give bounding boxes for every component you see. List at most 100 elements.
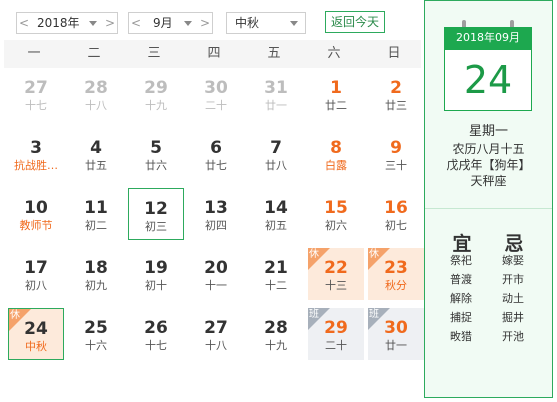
day-card: 2018年09月 24 [444, 20, 532, 111]
date-cell[interactable]: 18 初九 [68, 248, 124, 300]
lunar-date-label: 廿三 [385, 99, 407, 112]
date-number: 31 [264, 78, 288, 98]
day-detail-panel: 2018年09月 24 星期一 农历八月十五 戊戌年【狗年】 天秤座 宜 忌 祭… [424, 0, 553, 398]
date-number: 10 [24, 198, 48, 218]
date-cell[interactable]: 11 初二 [68, 188, 124, 240]
date-cell[interactable]: 27 十八 [188, 308, 244, 360]
ji-item: 开市 [502, 273, 524, 286]
date-cell[interactable]: 班 29 二十 [308, 308, 364, 360]
date-number: 7 [270, 138, 282, 158]
year-prev-button[interactable]: < [17, 13, 31, 33]
date-cell[interactable]: 13 初四 [188, 188, 244, 240]
ji-item: 掘井 [502, 311, 524, 324]
lunar-date-label: 十一 [205, 279, 227, 292]
date-cell[interactable]: 10 教师节 [8, 188, 64, 240]
date-number: 16 [384, 198, 408, 218]
day-card-month: 2018年09月 [444, 27, 532, 49]
yi-item: 畋猎 [450, 330, 472, 343]
date-cell[interactable]: 6 廿七 [188, 128, 244, 180]
date-number: 1 [330, 78, 342, 98]
date-cell[interactable]: 29 十九 [128, 68, 184, 120]
date-number: 28 [84, 78, 108, 98]
lunar-date-label: 十七 [25, 99, 47, 112]
date-cell[interactable]: 28 十九 [248, 308, 304, 360]
detail-constellation: 天秤座 [470, 174, 507, 188]
year-select-value: 2018年 [37, 16, 80, 30]
lunar-date-label: 初六 [325, 219, 347, 232]
lunar-date-label: 初四 [205, 219, 227, 232]
date-cell[interactable]: 休 23 秋分 [368, 248, 424, 300]
festival-label: 秋分 [385, 279, 407, 292]
day-card-number: 24 [444, 49, 532, 111]
festival-label: 教师节 [19, 219, 53, 232]
weekday-label: 二 [87, 46, 101, 61]
date-cell[interactable]: 28 十八 [68, 68, 124, 120]
date-cell[interactable]: 8 白露 [308, 128, 364, 180]
date-cell[interactable]: 26 十七 [128, 308, 184, 360]
date-cell[interactable]: 27 十七 [8, 68, 64, 120]
date-number: 12 [144, 199, 168, 219]
rest-tag-label: 休 [369, 249, 379, 260]
date-number: 14 [264, 198, 288, 218]
date-cell[interactable]: 30 二十 [188, 68, 244, 120]
date-cell[interactable]: 21 十二 [248, 248, 304, 300]
lunar-date-label: 十八 [85, 99, 107, 112]
festival-label: 中秋 [25, 340, 47, 353]
date-number: 27 [24, 78, 48, 98]
ji-item: 动土 [502, 292, 524, 305]
date-cell[interactable]: 16 初七 [368, 188, 424, 240]
calendar-widget: < 2018年 > < 9月 > 中秋 返回今天 一二三四五六日 27 十七 28 十… [0, 0, 557, 402]
weekday-label: 三 [147, 46, 161, 61]
date-cell[interactable]: 9 三十 [368, 128, 424, 180]
calendar-main: < 2018年 > < 9月 > 中秋 返回今天 一二三四五六日 27 十七 28 十… [4, 0, 424, 398]
date-cell[interactable]: 19 初十 [128, 248, 184, 300]
month-select[interactable]: < 9月 > [128, 12, 213, 34]
detail-lunar-date: 农历八月十五 [452, 142, 525, 156]
lunar-date-label: 初二 [85, 219, 107, 232]
date-cell[interactable]: 1 廿二 [308, 68, 364, 120]
lunar-date-label: 十三 [325, 279, 347, 292]
date-number: 15 [324, 198, 348, 218]
date-cell[interactable]: 5 廿六 [128, 128, 184, 180]
date-number: 13 [204, 198, 228, 218]
date-cell[interactable]: 14 初五 [248, 188, 304, 240]
lunar-date-label: 二十 [205, 99, 227, 112]
lunar-date-label: 廿一 [265, 99, 287, 112]
holiday-select[interactable]: 中秋 [226, 12, 306, 34]
date-cell[interactable]: 休 22 十三 [308, 248, 364, 300]
date-number: 11 [84, 198, 108, 218]
date-number: 27 [204, 318, 228, 338]
date-cell[interactable]: 3 抗战胜… [8, 128, 64, 180]
date-cell[interactable]: 4 廿五 [68, 128, 124, 180]
date-cell[interactable]: 31 廿一 [248, 68, 304, 120]
date-cell[interactable]: 2 廿三 [368, 68, 424, 120]
panel-divider [425, 208, 552, 209]
date-cell[interactable]: 7 廿八 [248, 128, 304, 180]
festival-label: 抗战胜… [14, 159, 58, 172]
date-cell[interactable]: 15 初六 [308, 188, 364, 240]
return-today-button[interactable]: 返回今天 [325, 11, 386, 33]
detail-ganzhi-year: 戊戌年【狗年】 [446, 158, 531, 172]
month-next-button[interactable]: > [198, 13, 212, 33]
date-cell[interactable]: 25 十六 [68, 308, 124, 360]
date-cell[interactable]: 17 初八 [8, 248, 64, 300]
rest-tag-label: 休 [10, 310, 20, 321]
date-number: 6 [210, 138, 222, 158]
lunar-date-label: 三十 [385, 159, 407, 172]
detail-weekday: 星期一 [468, 124, 508, 139]
year-select[interactable]: < 2018年 > [16, 12, 118, 34]
date-number: 25 [84, 318, 108, 338]
lunar-date-label: 十九 [265, 339, 287, 352]
date-number: 2 [390, 78, 402, 98]
date-cell[interactable]: 20 十一 [188, 248, 244, 300]
lunar-date-label: 初八 [25, 279, 47, 292]
date-number: 5 [150, 138, 162, 158]
year-next-button[interactable]: > [103, 13, 117, 33]
month-prev-button[interactable]: < [129, 13, 143, 33]
lunar-date-label: 十二 [265, 279, 287, 292]
date-number: 26 [144, 318, 168, 338]
date-cell-selected[interactable]: 12 初三 [128, 188, 184, 240]
date-cell[interactable]: 班 30 廿一 [368, 308, 424, 360]
date-number: 18 [84, 258, 108, 278]
date-cell-today[interactable]: 休 24 中秋 [8, 308, 64, 360]
